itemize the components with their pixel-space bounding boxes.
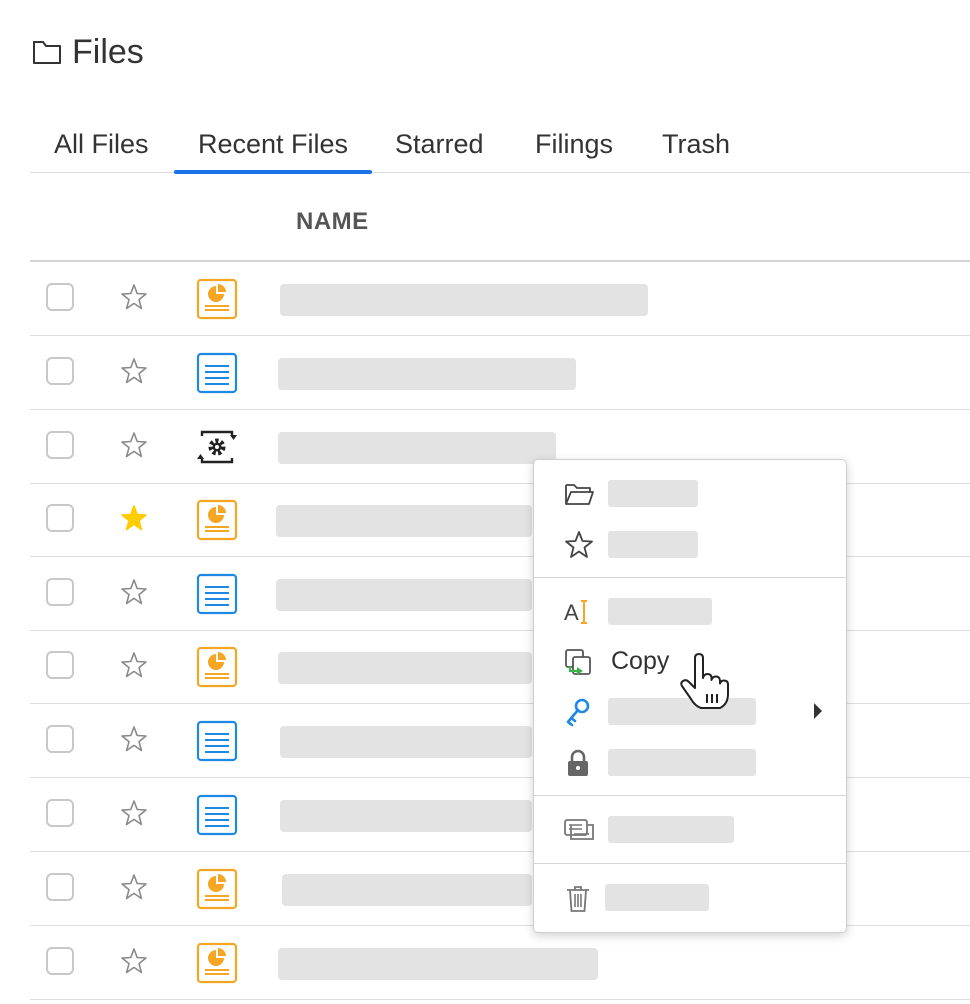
presentation-icon bbox=[196, 499, 238, 541]
row-checkbox[interactable] bbox=[46, 357, 74, 385]
table-header: NAME bbox=[30, 186, 970, 262]
row-checkbox[interactable] bbox=[46, 504, 74, 532]
menu-item-label-placeholder bbox=[608, 598, 712, 625]
table-row[interactable] bbox=[30, 926, 970, 1000]
menu-item-label-placeholder bbox=[608, 480, 698, 507]
menu-item-comments[interactable] bbox=[534, 805, 846, 855]
comments-icon bbox=[564, 819, 594, 840]
star-icon[interactable] bbox=[119, 282, 149, 312]
star-icon[interactable] bbox=[119, 577, 149, 607]
document-icon bbox=[196, 720, 238, 762]
menu-item-lock[interactable] bbox=[534, 738, 846, 788]
table-row[interactable] bbox=[30, 336, 970, 410]
star-filled-icon[interactable] bbox=[119, 503, 149, 533]
menu-item-label-placeholder bbox=[605, 884, 709, 911]
document-icon bbox=[196, 573, 238, 615]
file-name-placeholder[interactable] bbox=[276, 579, 532, 611]
tab-recent-files[interactable]: Recent Files bbox=[174, 122, 373, 174]
document-icon bbox=[196, 352, 238, 394]
trash-icon bbox=[567, 886, 589, 912]
row-checkbox[interactable] bbox=[46, 873, 74, 901]
rename-icon: A bbox=[564, 600, 587, 625]
copy-icon bbox=[565, 649, 591, 675]
folder-open-icon bbox=[565, 484, 594, 505]
key-icon bbox=[566, 698, 590, 727]
tab-all-files[interactable]: All Files bbox=[54, 122, 149, 172]
menu-item-rename[interactable]: A bbox=[534, 587, 846, 637]
context-menu: A Copy bbox=[533, 459, 847, 933]
menu-item-permissions[interactable] bbox=[534, 687, 846, 737]
menu-item-open[interactable] bbox=[534, 469, 846, 519]
menu-item-label-placeholder bbox=[608, 531, 698, 558]
svg-text:A: A bbox=[564, 600, 579, 625]
menu-item-star[interactable] bbox=[534, 520, 846, 570]
tab-bar: All Files Recent Files Starred Filings T… bbox=[30, 122, 970, 174]
menu-item-copy[interactable]: Copy bbox=[534, 637, 846, 687]
workflow-gear-icon bbox=[197, 430, 237, 464]
file-name-placeholder[interactable] bbox=[280, 284, 648, 316]
row-checkbox[interactable] bbox=[46, 799, 74, 827]
star-icon[interactable] bbox=[119, 724, 149, 754]
menu-item-label: Copy bbox=[611, 647, 670, 675]
lock-icon bbox=[568, 749, 588, 776]
presentation-icon bbox=[196, 942, 238, 984]
tab-filings[interactable]: Filings bbox=[535, 122, 613, 172]
menu-divider bbox=[534, 577, 846, 578]
row-checkbox[interactable] bbox=[46, 578, 74, 606]
row-checkbox[interactable] bbox=[46, 431, 74, 459]
file-name-placeholder[interactable] bbox=[278, 652, 532, 684]
file-name-placeholder[interactable] bbox=[282, 874, 532, 906]
menu-divider bbox=[534, 863, 846, 864]
document-icon bbox=[196, 794, 238, 836]
tab-starred[interactable]: Starred bbox=[395, 122, 484, 172]
presentation-icon bbox=[196, 278, 238, 320]
star-icon[interactable] bbox=[119, 798, 149, 828]
folder-icon bbox=[33, 41, 61, 64]
menu-item-label-placeholder bbox=[608, 749, 756, 776]
row-checkbox[interactable] bbox=[46, 283, 74, 311]
presentation-icon bbox=[196, 868, 238, 910]
star-icon[interactable] bbox=[119, 872, 149, 902]
presentation-icon bbox=[196, 646, 238, 688]
row-checkbox[interactable] bbox=[46, 725, 74, 753]
file-name-placeholder[interactable] bbox=[280, 726, 532, 758]
row-checkbox[interactable] bbox=[46, 651, 74, 679]
file-name-placeholder[interactable] bbox=[278, 432, 556, 464]
name-column-header[interactable]: NAME bbox=[296, 208, 369, 236]
submenu-arrow-icon bbox=[814, 703, 822, 719]
star-icon bbox=[565, 531, 593, 558]
tab-trash[interactable]: Trash bbox=[662, 122, 730, 172]
page-header: Files bbox=[32, 30, 144, 74]
star-icon[interactable] bbox=[119, 650, 149, 680]
star-icon[interactable] bbox=[119, 356, 149, 386]
menu-item-delete[interactable] bbox=[534, 873, 846, 923]
file-name-placeholder[interactable] bbox=[276, 505, 532, 537]
file-name-placeholder[interactable] bbox=[280, 800, 532, 832]
row-checkbox[interactable] bbox=[46, 947, 74, 975]
menu-divider bbox=[534, 795, 846, 796]
star-icon[interactable] bbox=[119, 946, 149, 976]
page-title: Files bbox=[72, 32, 144, 71]
table-row[interactable] bbox=[30, 262, 970, 336]
file-name-placeholder[interactable] bbox=[278, 948, 598, 980]
menu-item-label-placeholder bbox=[608, 698, 756, 725]
star-icon[interactable] bbox=[119, 430, 149, 460]
menu-item-label-placeholder bbox=[608, 816, 734, 843]
file-name-placeholder[interactable] bbox=[278, 358, 576, 390]
